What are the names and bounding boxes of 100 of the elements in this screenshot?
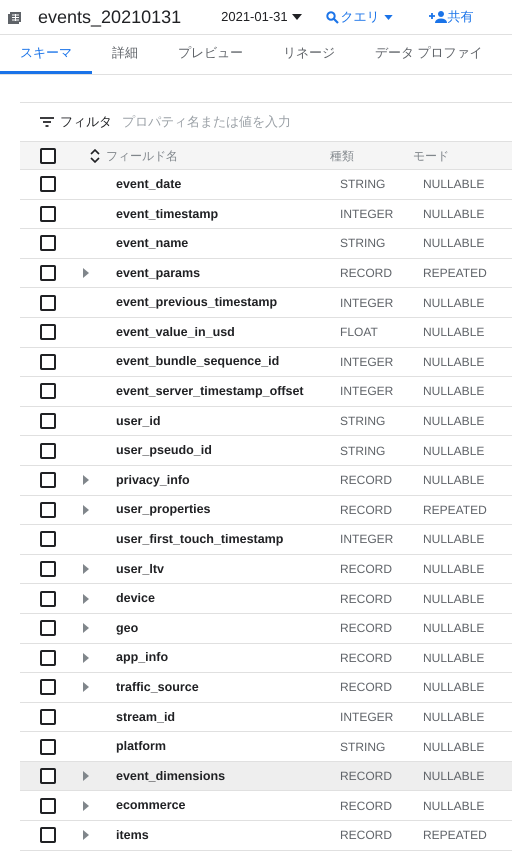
type-cell-text: INTEGER [340, 354, 394, 371]
date-dropdown[interactable]: 2021-01-31 [221, 7, 302, 27]
mode-cell-text: NULLABLE [423, 561, 484, 578]
type-cell-text: STRING [340, 442, 386, 460]
field-name: platform [116, 738, 167, 756]
column-header: フィールド名 [106, 148, 179, 164]
checkbox[interactable] [40, 383, 56, 400]
filter-button[interactable]: フィルタ [40, 112, 112, 132]
field-name: items [116, 826, 150, 844]
field-name: stream_id [116, 708, 176, 726]
field-name: event_name [116, 235, 190, 252]
checkbox[interactable] [40, 738, 56, 755]
field-name: event_server_timestamp_offset [116, 383, 305, 400]
checkbox[interactable] [40, 561, 56, 578]
expand-arrow-icon[interactable] [83, 504, 89, 515]
checkbox[interactable] [40, 650, 56, 666]
mode-cell-text: NULLABLE [423, 235, 484, 252]
type-cell-text: RECORD [340, 472, 394, 490]
table-row[interactable]: event_timestamp INTEGER NULLABLE [20, 200, 512, 230]
query-button[interactable]: クエリ [326, 7, 393, 27]
field-name: device [116, 590, 156, 608]
checkbox[interactable] [40, 206, 56, 222]
checkbox[interactable] [40, 708, 56, 725]
field-name: app_info [116, 649, 170, 666]
checkbox[interactable] [40, 827, 56, 844]
checkbox[interactable] [40, 531, 56, 548]
table-row[interactable]: event_bundle_sequence_id INTEGER NULLABLE [20, 348, 512, 378]
type-cell-text: STRING [340, 235, 386, 252]
mode-cell-text: REPEATED [423, 827, 487, 844]
table-row[interactable]: user_ltv RECORD NULLABLE [20, 554, 512, 584]
mode-cell-text: NULLABLE [423, 324, 484, 342]
field-name: user_properties [116, 501, 212, 518]
expand-arrow-icon[interactable] [83, 475, 89, 486]
mode-cell-text: NULLABLE [423, 798, 484, 815]
checkbox[interactable] [40, 413, 56, 430]
field-name: event_previous_timestamp [116, 294, 278, 312]
filter-field[interactable]: プロパティ名または値を入力 [122, 112, 512, 132]
field-name: event_params [116, 264, 202, 282]
checkbox[interactable] [40, 176, 56, 192]
type-cell-text: STRING [340, 738, 386, 756]
mode-cell-text: NULLABLE [423, 650, 484, 667]
type-cell-text: RECORD [340, 561, 394, 578]
sort-icon[interactable] [90, 148, 100, 162]
checkbox[interactable] [40, 472, 56, 488]
type-cell-text: RECORD [340, 679, 394, 696]
tab[interactable]: データ プロファイ [355, 35, 503, 74]
type-cell-text: RECORD [340, 590, 394, 608]
checkbox[interactable] [40, 294, 56, 311]
filter-icon [40, 117, 54, 127]
mode-cell-text: NULLABLE [423, 531, 484, 548]
checkbox[interactable] [40, 235, 56, 252]
expand-arrow-icon[interactable] [83, 594, 89, 604]
type-cell-text: RECORD [340, 265, 394, 282]
expand-arrow-icon[interactable] [83, 830, 89, 840]
checkbox[interactable] [40, 590, 56, 607]
search-icon [326, 10, 339, 24]
caret-icon [292, 14, 302, 20]
expand-arrow-icon[interactable] [83, 564, 89, 574]
expand-arrow-icon[interactable] [83, 268, 89, 278]
mode-cell-text: NULLABLE [423, 383, 484, 400]
expand-arrow-icon[interactable] [83, 623, 89, 634]
checkbox[interactable] [40, 679, 56, 696]
mode-cell-text: NULLABLE [423, 354, 484, 371]
table-row[interactable]: user_properties RECORD REPEATED [20, 496, 512, 526]
checkbox[interactable] [40, 768, 56, 784]
type-cell-text: INTEGER [340, 531, 394, 548]
checkbox[interactable] [40, 265, 56, 282]
expand-arrow-icon[interactable] [83, 652, 89, 663]
checkbox[interactable] [40, 148, 56, 164]
type-cell-text: RECORD [340, 827, 394, 844]
tab[interactable]: スキーマ [0, 35, 92, 74]
type-cell-text: STRING [340, 176, 386, 194]
checkbox[interactable] [40, 442, 56, 459]
expand-arrow-icon[interactable] [83, 682, 89, 692]
expand-arrow-icon[interactable] [83, 771, 89, 782]
table-row[interactable]: app_info RECORD NULLABLE [20, 644, 512, 674]
mode-cell-text: NULLABLE [423, 442, 484, 460]
mode-cell-text: NULLABLE [423, 768, 484, 786]
table-row[interactable]: event_dimensions RECORD NULLABLE [20, 762, 512, 792]
mode-cell-text: REPEATED [423, 502, 487, 519]
checkbox[interactable] [40, 620, 56, 636]
caret-icon [384, 14, 393, 20]
mode-cell-text: NULLABLE [423, 176, 484, 194]
tab[interactable]: リネージ [263, 35, 355, 74]
field-name: user_pseudo_id [116, 442, 213, 460]
type-cell-text: STRING [340, 413, 386, 430]
table-row[interactable]: stream_id INTEGER NULLABLE [20, 702, 512, 732]
type-cell-text: RECORD [340, 650, 394, 667]
checkbox[interactable] [40, 324, 56, 340]
checkbox[interactable] [40, 354, 56, 370]
table-icon [8, 10, 21, 24]
column-header: 種類 [330, 148, 355, 164]
mode-cell-text: NULLABLE [423, 679, 484, 696]
tab[interactable]: プレビュー [158, 35, 263, 74]
checkbox[interactable] [40, 502, 56, 518]
share-button[interactable]: 共有 [428, 7, 474, 27]
field-name: event_bundle_sequence_id [116, 353, 280, 370]
checkbox[interactable] [40, 798, 56, 814]
tab[interactable]: 詳細 [92, 35, 158, 74]
expand-arrow-icon[interactable] [83, 800, 89, 811]
